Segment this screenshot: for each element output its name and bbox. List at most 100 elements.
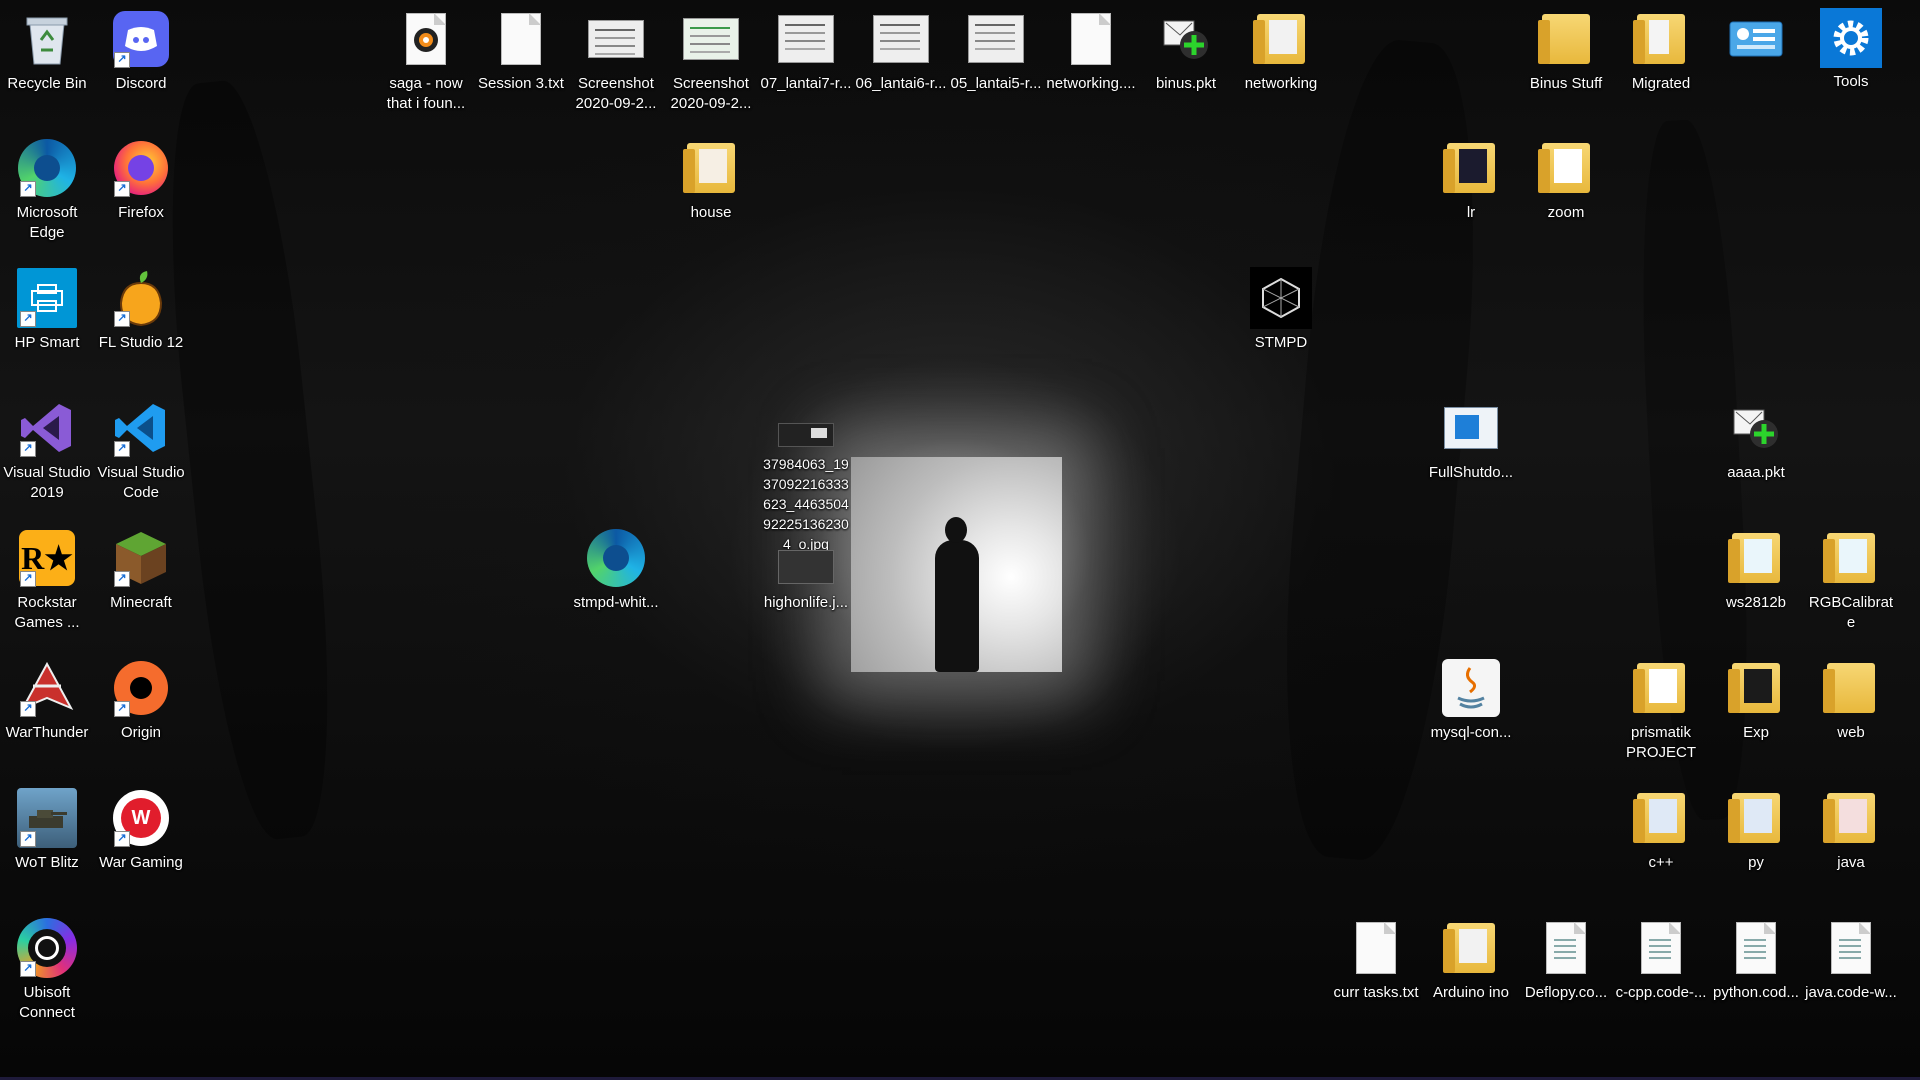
- folder-icon: [1630, 657, 1692, 719]
- desktop-icon-screenshot-2[interactable]: Screenshot 2020-09-2...: [665, 8, 757, 114]
- code-workspace-file-icon: [1535, 917, 1597, 979]
- shortcut-arrow-icon: ↗: [20, 961, 36, 977]
- minecraft-icon: ↗: [110, 527, 172, 589]
- desktop-icon-house[interactable]: house: [665, 137, 757, 223]
- desktop-icon-exp[interactable]: Exp: [1710, 657, 1802, 743]
- desktop-icon-37984063-jpg[interactable]: 37984063_1937092216333623_44635049222513…: [760, 420, 852, 554]
- desktop-icon-lantai6[interactable]: 06_lantai6-r...: [855, 8, 947, 94]
- desktop-icon-label: Tools: [1833, 73, 1869, 90]
- shortcut-arrow-icon: ↗: [114, 181, 130, 197]
- shortcut-arrow-icon: ↗: [114, 311, 130, 327]
- desktop-icon-visual-studio-2019[interactable]: ↗ Visual Studio 2019: [1, 397, 93, 503]
- shortcut-arrow-icon: ↗: [114, 701, 130, 717]
- desktop-icon-aaaa-pkt[interactable]: aaaa.pkt: [1710, 397, 1802, 483]
- floorplan-thumbnail-icon: [775, 8, 837, 70]
- desktop-icon-war-gaming[interactable]: W ↗ War Gaming: [95, 787, 187, 873]
- image-thumbnail-icon: [585, 8, 647, 70]
- desktop-icon-label: web: [1837, 724, 1865, 741]
- text-file-icon: [1345, 917, 1407, 979]
- desktop-icon-rgbcalibrate[interactable]: RGBCalibrate: [1805, 527, 1897, 633]
- desktop-icon-label: Recycle Bin: [7, 75, 87, 92]
- desktop-icon-control-panel[interactable]: [1710, 8, 1802, 74]
- ubisoft-icon: ↗: [16, 917, 78, 979]
- image-thumbnail-icon: [775, 545, 837, 589]
- desktop-icon-label: Exp: [1743, 724, 1769, 741]
- desktop-icon-label: 07_lantai7-r...: [760, 75, 852, 92]
- desktop-icon-screenshot-1[interactable]: Screenshot 2020-09-2...: [570, 8, 662, 114]
- desktop-icon-visual-studio-code[interactable]: ↗ Visual Studio Code: [95, 397, 187, 503]
- visual-studio-icon: ↗: [16, 397, 78, 459]
- desktop-icon-label: stmpd-whit...: [573, 594, 659, 611]
- desktop-icon-fullshutdown[interactable]: FullShutdo...: [1425, 397, 1517, 483]
- desktop-icon-zoom[interactable]: zoom: [1520, 137, 1612, 223]
- fl-studio-icon: ↗: [110, 267, 172, 329]
- shortcut-arrow-icon: ↗: [20, 181, 36, 197]
- desktop-icon-java[interactable]: java: [1805, 787, 1897, 873]
- desktop-icon-ws2812b[interactable]: ws2812b: [1710, 527, 1802, 613]
- code-workspace-file-icon: [1820, 917, 1882, 979]
- desktop-icon-binus-pkt[interactable]: binus.pkt: [1140, 8, 1232, 94]
- shortcut-arrow-icon: ↗: [114, 441, 130, 457]
- desktop-icon-label: curr tasks.txt: [1333, 984, 1419, 1001]
- desktop-icon-label: mysql-con...: [1430, 724, 1512, 741]
- desktop-icon-ubisoft-connect[interactable]: ↗ Ubisoft Connect: [1, 917, 93, 1023]
- floorplan-thumbnail-icon: [870, 8, 932, 70]
- desktop-icon-lantai7[interactable]: 07_lantai7-r...: [760, 8, 852, 94]
- stmpd-logo-icon: [1250, 267, 1312, 329]
- desktop-icon-session-3-txt[interactable]: Session 3.txt: [475, 8, 567, 94]
- desktop-icon-mysql-connector[interactable]: mysql-con...: [1425, 657, 1517, 743]
- image-thumbnail-icon: [680, 8, 742, 70]
- control-panel-icon: [1725, 8, 1787, 70]
- desktop-icon-origin[interactable]: ↗ Origin: [95, 657, 187, 743]
- desktop-icon-cpp[interactable]: c++: [1615, 787, 1707, 873]
- desktop-icon-deflopy-code-workspace[interactable]: Deflopy.co...: [1520, 917, 1612, 1003]
- packet-tracer-icon: [1725, 397, 1787, 459]
- desktop-icon-fl-studio[interactable]: ↗ FL Studio 12: [95, 267, 187, 353]
- desktop-icon-label: binus.pkt: [1155, 75, 1217, 92]
- desktop-icon-minecraft[interactable]: ↗ Minecraft: [95, 527, 187, 613]
- discord-icon: ↗: [110, 8, 172, 70]
- desktop-icon-stmpd-white[interactable]: stmpd-whit...: [570, 527, 662, 613]
- folder-icon: [1725, 657, 1787, 719]
- desktop-icon-highonlife[interactable]: highonlife.j...: [760, 545, 852, 613]
- desktop-icon-lr[interactable]: lr: [1425, 137, 1517, 223]
- java-file-icon: [1440, 657, 1502, 719]
- desktop-icon-migrated[interactable]: Migrated: [1615, 8, 1707, 94]
- desktop-icon-warthunder[interactable]: ↗ WarThunder: [1, 657, 93, 743]
- folder-icon: [1725, 787, 1787, 849]
- desktop-icon-label: Migrated: [1631, 75, 1691, 92]
- desktop-icon-label: Screenshot 2020-09-2...: [575, 75, 657, 112]
- desktop-icon-tools[interactable]: Tools: [1805, 8, 1897, 92]
- desktop-icon-rockstar-games[interactable]: R★ ↗ Rockstar Games ...: [1, 527, 93, 633]
- desktop-icon-hp-smart[interactable]: ↗ HP Smart: [1, 267, 93, 353]
- hp-smart-icon: ↗: [16, 267, 78, 329]
- desktop-icon-label: c-cpp.code-...: [1615, 984, 1707, 1001]
- desktop-icon-lantai5[interactable]: 05_lantai5-r...: [950, 8, 1042, 94]
- folder-icon: [1250, 8, 1312, 70]
- desktop-icon-java-code-workspace[interactable]: java.code-w...: [1805, 917, 1897, 1003]
- silhouette-figure-head: [945, 517, 967, 543]
- desktop-icon-prismatik-project[interactable]: prismatik PROJECT: [1615, 657, 1707, 763]
- desktop-icon-binus-stuff[interactable]: Binus Stuff: [1520, 8, 1612, 94]
- desktop-icon-recycle-bin[interactable]: Recycle Bin: [1, 8, 93, 94]
- desktop-icon-arduino-ino[interactable]: Arduino ino: [1425, 917, 1517, 1003]
- folder-icon: [1820, 787, 1882, 849]
- desktop-icon-firefox[interactable]: ↗ Firefox: [95, 137, 187, 223]
- desktop-icon-web[interactable]: web: [1805, 657, 1897, 743]
- desktop-icon-networking-folder[interactable]: networking: [1235, 8, 1327, 94]
- desktop-icon-label: zoom: [1547, 204, 1585, 221]
- wot-blitz-icon: ↗: [16, 787, 78, 849]
- desktop-icon-discord[interactable]: ↗ Discord: [95, 8, 187, 94]
- desktop-icon-saga-audio[interactable]: saga - now that i foun...: [380, 8, 472, 114]
- desktop-icon-microsoft-edge[interactable]: ↗ Microsoft Edge: [1, 137, 93, 243]
- desktop-icon-c-cpp-code-workspace[interactable]: c-cpp.code-...: [1615, 917, 1707, 1003]
- desktop-icon-wot-blitz[interactable]: ↗ WoT Blitz: [1, 787, 93, 873]
- desktop-icon-curr-tasks-txt[interactable]: curr tasks.txt: [1330, 917, 1422, 1003]
- desktop-icon-python-code-workspace[interactable]: python.cod...: [1710, 917, 1802, 1003]
- desktop-icon-networking-file[interactable]: networking....: [1045, 8, 1137, 94]
- edge-icon: [585, 527, 647, 589]
- vscode-icon: ↗: [110, 397, 172, 459]
- desktop-icon-py[interactable]: py: [1710, 787, 1802, 873]
- desktop-icon-label: WarThunder: [5, 724, 89, 741]
- desktop-icon-stmpd[interactable]: STMPD: [1235, 267, 1327, 353]
